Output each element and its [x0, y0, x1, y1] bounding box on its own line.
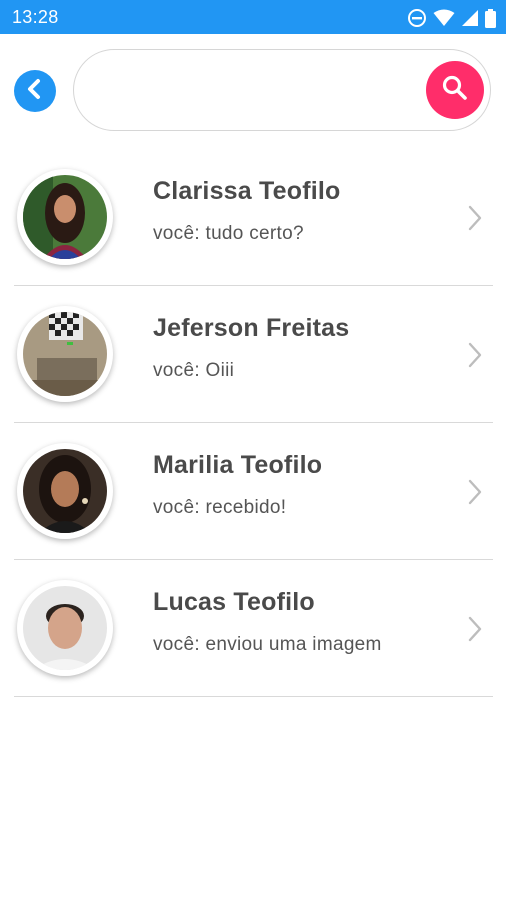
- last-message: você: enviou uma imagem: [153, 634, 382, 655]
- avatar: [23, 586, 107, 670]
- chevron-right-icon: [465, 616, 485, 642]
- contact-name: Jeferson Freitas: [153, 314, 350, 342]
- status-icons: [407, 8, 496, 28]
- contact-name: Lucas Teofilo: [153, 588, 315, 616]
- last-message: você: recebido!: [153, 497, 287, 518]
- chevron-right-icon: [465, 205, 485, 231]
- list-item[interactable]: Clarissa Teofilo você: tudo certo?: [14, 149, 493, 286]
- avatar: [23, 175, 107, 259]
- battery-icon: [485, 8, 496, 28]
- contact-name: Clarissa Teofilo: [153, 177, 341, 205]
- chat-list: Clarissa Teofilo você: tudo certo? Jefer…: [14, 149, 493, 697]
- do-not-disturb-icon: [407, 8, 427, 28]
- search-box: [73, 49, 491, 131]
- search-icon: [441, 74, 469, 107]
- search-button[interactable]: [426, 61, 484, 119]
- chevron-left-icon: [24, 78, 46, 105]
- contact-name: Marilia Teofilo: [153, 451, 323, 479]
- list-item[interactable]: Jeferson Freitas você: Oiii: [14, 286, 493, 423]
- chevron-right-icon: [465, 479, 485, 505]
- avatar-frame: [17, 306, 113, 402]
- avatar-frame: [17, 169, 113, 265]
- last-message: você: tudo certo?: [153, 223, 304, 244]
- avatar-frame: [17, 580, 113, 676]
- status-time: 13:28: [12, 7, 59, 27]
- search-input[interactable]: [96, 68, 420, 114]
- list-item[interactable]: Marilia Teofilo você: recebido!: [14, 423, 493, 560]
- signal-icon: [461, 9, 479, 27]
- list-item[interactable]: Lucas Teofilo você: enviou uma imagem: [14, 560, 493, 697]
- wifi-icon: [433, 9, 455, 27]
- avatar: [23, 312, 107, 396]
- last-message: você: Oiii: [153, 360, 235, 381]
- avatar-frame: [17, 443, 113, 539]
- status-bar: 13:28: [0, 0, 506, 34]
- avatar: [23, 449, 107, 533]
- back-button[interactable]: [14, 70, 56, 112]
- chevron-right-icon: [465, 342, 485, 368]
